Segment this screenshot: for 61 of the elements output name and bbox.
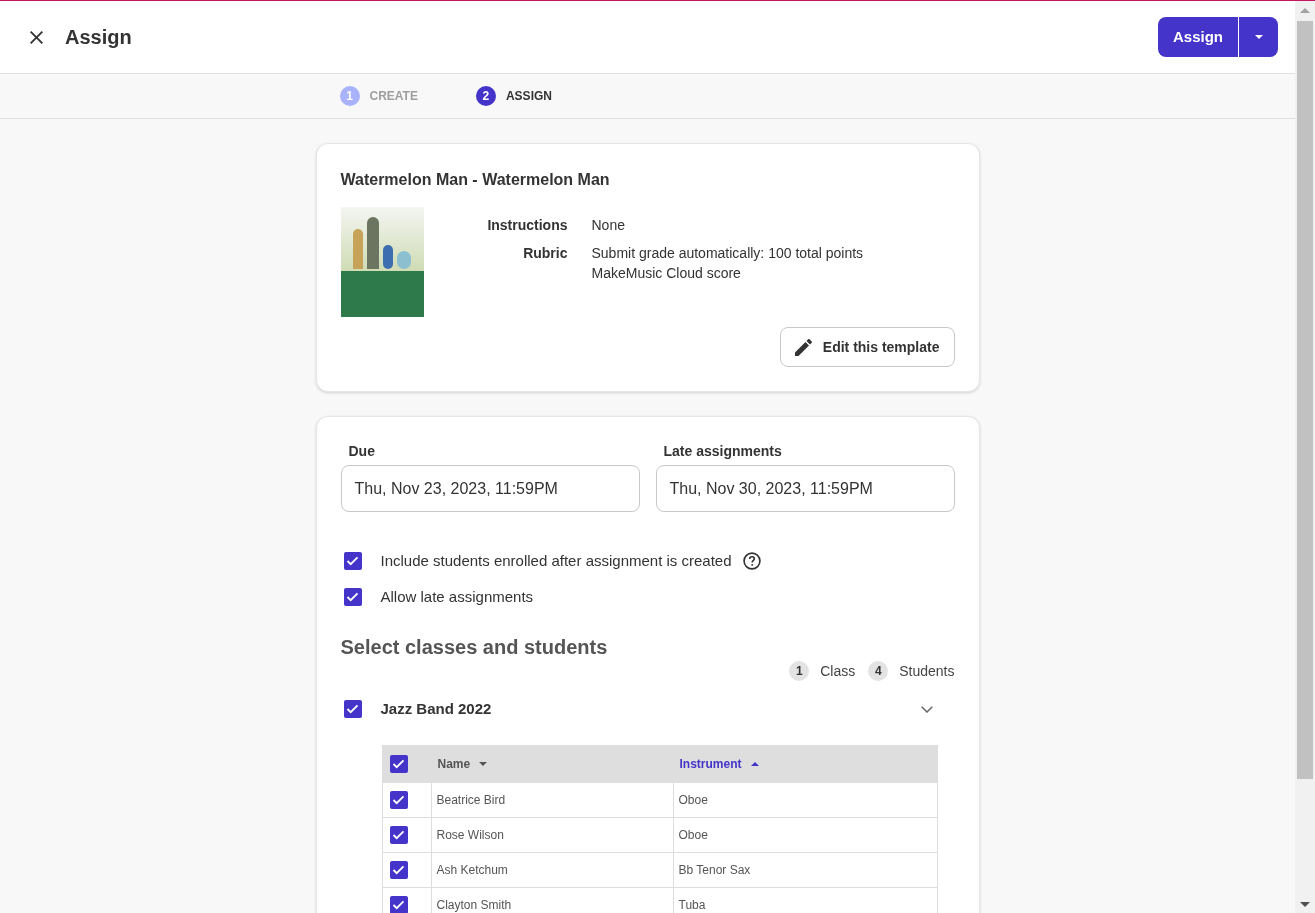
chevron-down-icon[interactable]	[920, 705, 933, 713]
checkmark-icon	[392, 865, 405, 875]
row-checkbox[interactable]	[389, 896, 408, 913]
checkmark-icon	[392, 795, 405, 805]
detail-value: Submit grade automatically: 100 total points	[591, 244, 864, 263]
checkmark-icon	[346, 592, 359, 602]
row-checkbox[interactable]	[389, 826, 408, 844]
table-cell: Rose Wilson	[431, 818, 674, 852]
detail-value: None	[591, 216, 625, 235]
section-heading: Select classes and students	[340, 635, 608, 659]
class-name: Jazz Band 2022	[380, 698, 492, 719]
option-label: Allow late assignments	[380, 586, 534, 607]
count-label: Class	[820, 661, 856, 681]
select-all-checkbox[interactable]	[389, 755, 408, 773]
close-icon	[29, 30, 43, 44]
assign-button[interactable]: Assign	[1158, 17, 1238, 57]
help-icon[interactable]	[742, 552, 761, 570]
count-badge: 4	[868, 661, 889, 681]
column-header[interactable]: Instrument	[679, 755, 759, 773]
step-number: 1	[339, 86, 360, 106]
checkmark-icon	[346, 704, 359, 714]
detail-label: Rubric	[522, 244, 568, 263]
close-button[interactable]	[29, 30, 43, 44]
checkmark-icon	[346, 556, 359, 566]
scrollbar-track[interactable]	[1295, 1, 1315, 913]
assign-options-button[interactable]	[1238, 17, 1278, 57]
checkmark-icon	[392, 759, 405, 769]
column-header[interactable]: Name	[437, 755, 488, 773]
table-cell: Clayton Smith	[431, 888, 674, 913]
date-field[interactable]: Thu, Nov 30, 2023, 11:59PM	[655, 465, 955, 512]
row-checkbox[interactable]	[389, 791, 408, 809]
count-badge: 1	[789, 661, 810, 681]
table-cell: Ash Ketchum	[431, 853, 674, 887]
checkmark-icon	[392, 830, 405, 840]
option-checkbox[interactable]	[343, 588, 362, 606]
checkmark-icon	[392, 900, 405, 910]
scrollbar-thumb[interactable]	[1297, 21, 1313, 779]
detail-label: Instructions	[486, 216, 568, 235]
template-title: Watermelon Man - Watermelon Man	[340, 170, 611, 190]
table-cell-text: Oboe	[677, 792, 709, 809]
class-checkbox[interactable]	[343, 700, 362, 718]
count-label: Students	[899, 661, 955, 681]
row-checkbox[interactable]	[389, 861, 408, 879]
option-checkbox[interactable]	[343, 552, 362, 570]
date-field[interactable]: Thu, Nov 23, 2023, 11:59PM	[340, 465, 640, 512]
page-title: Assign	[65, 25, 132, 50]
edit-template-button[interactable]: Edit this template	[779, 327, 955, 367]
table-cell: Beatrice Bird	[431, 783, 674, 817]
field-label: Late assignments	[662, 442, 782, 460]
detail-value: MakeMusic Cloud score	[591, 264, 741, 283]
step-number: 2	[475, 86, 496, 106]
field-label: Due	[347, 442, 375, 460]
option-label: Include students enrolled after assignment is created	[380, 550, 732, 571]
step-label: ASSIGN	[505, 88, 552, 105]
caret-down-icon	[1254, 35, 1263, 39]
table-cell-text: Bb Tenor Sax	[677, 862, 752, 879]
step-label: CREATE	[369, 88, 418, 105]
pencil-icon	[794, 338, 812, 356]
table-cell-text: Tuba	[677, 897, 707, 913]
table-cell-text: Oboe	[677, 827, 709, 844]
scroll-down-icon[interactable]	[1300, 902, 1310, 907]
